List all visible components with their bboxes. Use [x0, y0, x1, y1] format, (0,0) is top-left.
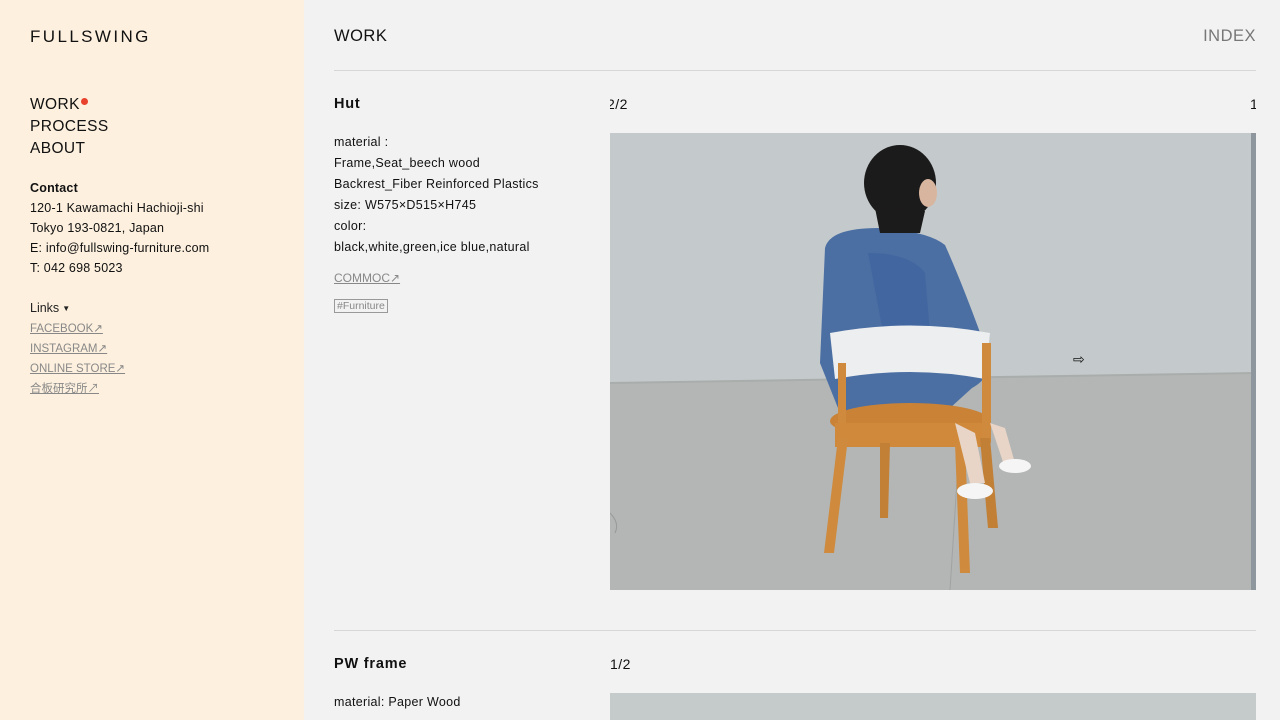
- tag-furniture[interactable]: #Furniture: [334, 299, 388, 313]
- page-title: WORK: [334, 27, 388, 45]
- link-online-store[interactable]: ONLINE STORE↗: [30, 359, 125, 379]
- links-toggle[interactable]: Links ▼: [30, 298, 125, 319]
- next-photo-edge: [1251, 133, 1256, 590]
- nav-item-work[interactable]: WORK: [30, 94, 109, 116]
- link-facebook[interactable]: FACEBOOK↗: [30, 319, 125, 339]
- spec-line: Frame,Seat_beech wood: [334, 156, 480, 170]
- item-photo-pw-frame[interactable]: [610, 693, 1256, 720]
- contact-block: Contact 120-1 Kawamachi Hachioji-shi Tok…: [30, 178, 209, 278]
- index-link[interactable]: INDEX: [1203, 27, 1256, 46]
- photo-person-on-chair: [610, 133, 1256, 590]
- link-plywood-lab[interactable]: 合板研究所↗: [30, 379, 125, 399]
- main-nav: WORK PROCESS ABOUT: [30, 94, 109, 160]
- slide-counter-hut: 2/2: [610, 96, 628, 112]
- caret-down-icon: ▼: [62, 303, 71, 313]
- link-instagram[interactable]: INSTAGRAM↗: [30, 339, 125, 359]
- spec-line: Backrest_Fiber Reinforced Plastics: [334, 177, 539, 191]
- links-title: Links: [30, 301, 60, 315]
- item-title-pw-frame: PW frame: [334, 656, 408, 672]
- contact-phone[interactable]: T: 042 698 5023: [30, 258, 209, 278]
- spec-line: color:: [334, 219, 367, 233]
- sidebar: FULLSWING WORK PROCESS ABOUT Contact 120…: [0, 0, 304, 720]
- spec-line: black,white,green,ice blue,natural: [334, 240, 530, 254]
- item-specs-hut: material : Frame,Seat_beech wood Backres…: [334, 132, 539, 258]
- contact-address-line1: 120-1 Kawamachi Hachioji-shi: [30, 201, 204, 215]
- contact-address-line2: Tokyo 193-0821, Japan: [30, 221, 165, 235]
- brand-logo[interactable]: FULLSWING: [30, 27, 151, 47]
- contact-title: Contact: [30, 181, 78, 195]
- spec-line: material: Paper Wood: [334, 695, 461, 709]
- divider: [334, 70, 1256, 71]
- links-block: Links ▼ FACEBOOK↗ INSTAGRAM↗ ONLINE STORE…: [30, 298, 125, 399]
- contact-email[interactable]: E: info@fullswing-furniture.com: [30, 238, 209, 258]
- nav-item-process[interactable]: PROCESS: [30, 116, 109, 138]
- nav-item-about[interactable]: ABOUT: [30, 138, 109, 160]
- main-content: WORK INDEX Hut material : Frame,Seat_bee…: [304, 0, 1280, 720]
- item-specs-pw-frame: material: Paper Wood: [334, 692, 461, 713]
- nav-item-work-label: WORK: [30, 96, 80, 113]
- next-slide-counter: 1: [1250, 96, 1256, 112]
- item-title-hut: Hut: [334, 96, 361, 112]
- spec-line: material :: [334, 135, 389, 149]
- spec-line: size: W575×D515×H745: [334, 198, 477, 212]
- arrow-right-cursor-icon: ⇨: [1073, 352, 1085, 368]
- divider: [334, 630, 1256, 631]
- item-photo-hut[interactable]: ⇨: [610, 133, 1256, 590]
- commoc-link[interactable]: COMMOC↗: [334, 271, 400, 285]
- slide-counter-clip: 2/2: [610, 94, 640, 116]
- slide-counter-pw-frame: 1/2: [610, 656, 631, 672]
- active-dot-icon: [80, 98, 88, 105]
- next-counter-clip: 1: [1250, 94, 1256, 116]
